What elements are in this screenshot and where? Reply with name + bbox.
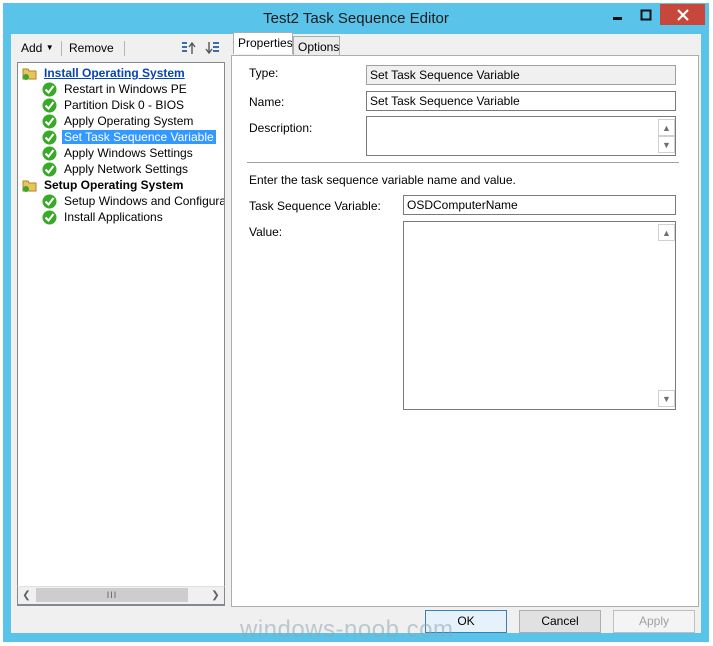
move-up-icon[interactable] — [181, 40, 197, 56]
tree-item-set-ts-variable[interactable]: Set Task Sequence Variable — [42, 129, 216, 145]
client-area: Add ▼ Remove Install Operating System Re… — [11, 32, 701, 633]
tree-item-apply-windows-settings[interactable]: Apply Windows Settings — [42, 145, 195, 161]
check-icon — [42, 82, 57, 96]
maximize-icon — [640, 9, 652, 20]
folder-icon — [22, 180, 37, 192]
section-divider — [247, 162, 679, 164]
tree-item-label: Apply Network Settings — [64, 162, 189, 176]
watermark: windows-noob.com — [240, 616, 454, 643]
close-icon — [676, 8, 689, 21]
maximize-button[interactable] — [632, 4, 660, 25]
scroll-up-icon[interactable]: ▲ — [658, 119, 675, 136]
check-icon — [42, 130, 57, 144]
add-label: Add — [21, 41, 43, 55]
variable-label: Task Sequence Variable: — [249, 199, 381, 213]
tree-item-label: Apply Operating System — [64, 114, 194, 128]
scroll-up-icon[interactable]: ▲ — [658, 224, 675, 241]
tree-item-label: Install Applications — [64, 210, 163, 224]
scroll-grip: III — [106, 590, 118, 600]
editor-window: Test2 Task Sequence Editor Add ▼ Remove — [3, 3, 709, 642]
instruction-text: Enter the task sequence variable name an… — [249, 173, 516, 187]
tab-properties[interactable]: Properties — [233, 32, 293, 54]
tree-item-label: Apply Windows Settings — [64, 146, 193, 160]
tree-group-install-os[interactable]: Install Operating System — [22, 65, 187, 81]
check-icon — [42, 98, 57, 112]
tree-horizontal-scrollbar[interactable]: ❮ III ❯ — [17, 586, 225, 605]
toolbar-separator — [61, 41, 62, 56]
name-input[interactable]: Set Task Sequence Variable — [366, 91, 676, 111]
folder-icon — [22, 68, 37, 80]
remove-button[interactable]: Remove — [69, 41, 114, 55]
tree-item-label: Setup Windows and Configuration — [64, 194, 225, 208]
scroll-left-icon[interactable]: ❮ — [18, 587, 35, 604]
tree-group-setup-os[interactable]: Setup Operating System — [22, 177, 185, 193]
description-textarea[interactable]: ▲ ▼ — [366, 116, 676, 156]
apply-button[interactable]: Apply — [613, 610, 695, 633]
scroll-down-icon[interactable]: ▼ — [658, 136, 675, 153]
tree-item-label: Restart in Windows PE — [64, 82, 187, 96]
tree-item-apply-os[interactable]: Apply Operating System — [42, 113, 195, 129]
value-scrollbar[interactable]: ▲ ▼ — [658, 222, 675, 409]
tree-item-setup-windows[interactable]: Setup Windows and Configuration — [42, 193, 225, 209]
variable-input[interactable]: OSDComputerName — [403, 195, 676, 215]
value-textarea[interactable]: ▲ ▼ — [403, 221, 676, 410]
description-label: Description: — [249, 121, 313, 135]
toolbar-separator — [124, 41, 125, 56]
dropdown-arrow-icon: ▼ — [45, 43, 54, 52]
check-icon — [42, 162, 57, 176]
minimize-button[interactable] — [604, 4, 632, 25]
tree-group-label: Install Operating System — [44, 66, 185, 80]
tree-item-apply-network-settings[interactable]: Apply Network Settings — [42, 161, 190, 177]
tree-item-partition-disk[interactable]: Partition Disk 0 - BIOS — [42, 97, 186, 113]
type-field: Set Task Sequence Variable — [366, 65, 676, 85]
type-label: Type: — [249, 66, 279, 80]
close-button[interactable] — [660, 4, 705, 25]
tree-item-install-applications[interactable]: Install Applications — [42, 209, 165, 225]
value-label: Value: — [249, 225, 283, 239]
tree-group-label: Setup Operating System — [44, 178, 184, 192]
tree-item-label: Partition Disk 0 - BIOS — [64, 98, 185, 112]
move-down-icon[interactable] — [204, 40, 220, 56]
tab-options[interactable]: Options — [293, 36, 340, 56]
check-icon — [42, 210, 57, 224]
task-sequence-tree[interactable]: Install Operating System Restart in Wind… — [17, 62, 225, 606]
name-label: Name: — [249, 95, 285, 109]
cancel-button[interactable]: Cancel — [519, 610, 601, 633]
tree-item-label: Set Task Sequence Variable — [62, 130, 216, 144]
scroll-down-icon[interactable]: ▼ — [658, 390, 675, 407]
add-menu-button[interactable]: Add ▼ — [21, 41, 54, 55]
scrollbar-thumb[interactable]: III — [36, 588, 188, 602]
scroll-right-icon[interactable]: ❯ — [207, 587, 224, 604]
tree-item-restart-winpe[interactable]: Restart in Windows PE — [42, 81, 189, 97]
check-icon — [42, 194, 57, 208]
check-icon — [42, 146, 57, 160]
description-scrollbar[interactable]: ▲ ▼ — [658, 117, 675, 155]
check-icon — [42, 114, 57, 128]
minimize-icon — [613, 16, 622, 20]
title-bar[interactable]: Test2 Task Sequence Editor — [3, 3, 709, 33]
